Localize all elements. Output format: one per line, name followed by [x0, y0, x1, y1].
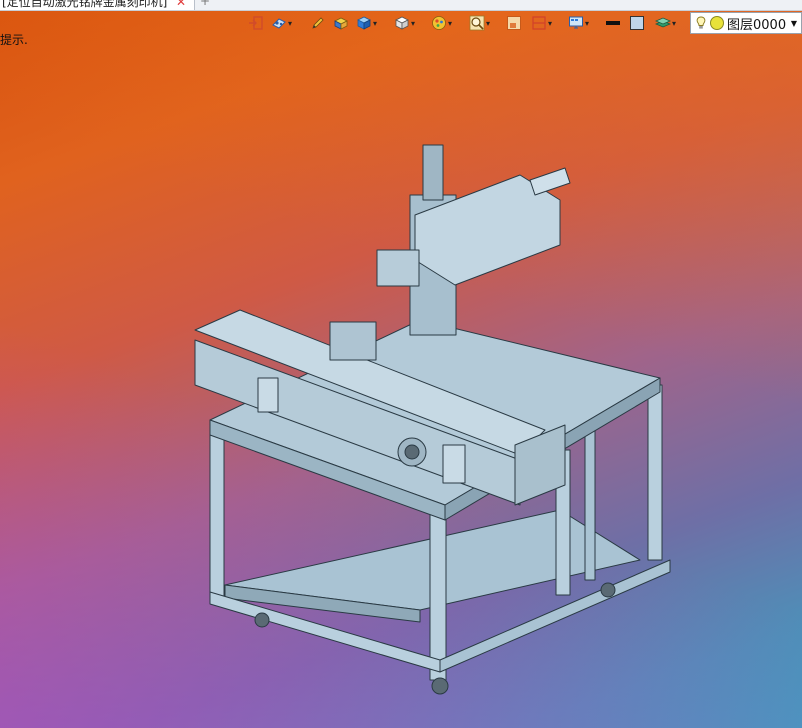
wheel: [600, 582, 616, 598]
iso-view-button[interactable]: [333, 14, 349, 32]
chevron-down-icon[interactable]: ▼: [791, 19, 797, 28]
leg-right-back: [647, 384, 663, 561]
render-style-button[interactable]: ▾: [431, 14, 452, 32]
chevron-down-icon: ▾: [288, 18, 293, 28]
laser-tube: [529, 167, 571, 196]
document-tab[interactable]: [定位自动激光铭牌金属刻印机] ✕: [0, 0, 195, 10]
zoom-icon: [469, 15, 485, 31]
view-mode-icon: [272, 18, 286, 29]
view-cube-icon: [357, 16, 371, 30]
view-mode-button[interactable]: ▾: [271, 14, 292, 32]
close-icon[interactable]: ✕: [176, 0, 186, 9]
zoom-button[interactable]: ▾: [469, 14, 490, 32]
clip-plane-button[interactable]: ▾: [531, 14, 552, 32]
sketch-button[interactable]: [310, 14, 326, 32]
exit-icon: [249, 16, 263, 30]
leg-back-mid: [584, 419, 596, 581]
chevron-down-icon: ▾: [448, 18, 453, 28]
section-button[interactable]: [506, 14, 522, 32]
bulb-icon[interactable]: [695, 16, 707, 30]
leg-front-left: [209, 424, 225, 601]
leg-front-mid: [429, 504, 447, 681]
display-button[interactable]: ▾: [568, 14, 589, 32]
layer-selector[interactable]: 图层0000 ▼: [690, 12, 802, 34]
z-axis-motor: [422, 144, 444, 201]
chevron-down-icon: ▾: [373, 18, 378, 28]
fill-color-icon: [630, 16, 644, 30]
wheel: [431, 677, 449, 695]
monitor-icon: [569, 16, 583, 29]
pencil-icon: [312, 17, 324, 29]
layers-button[interactable]: ▾: [655, 14, 676, 32]
chevron-down-icon: ▾: [486, 18, 491, 28]
chevron-down-icon: ▾: [411, 18, 416, 28]
document-tab-strip: [定位自动激光铭牌金属刻印机] ✕ +: [0, 0, 802, 11]
conveyor-bracket: [257, 377, 279, 413]
layer-name: 图层0000: [727, 17, 787, 33]
render-style-icon: [432, 16, 446, 30]
sun-icon[interactable]: [710, 16, 724, 30]
chevron-down-icon: ▾: [672, 18, 677, 28]
chevron-down-icon: ▾: [585, 18, 590, 28]
hint-text: 提示.: [0, 33, 28, 47]
fill-color-button[interactable]: [629, 14, 645, 32]
document-tab-title: [定位自动激光铭牌金属刻印机]: [2, 0, 168, 9]
chevron-down-icon: ▾: [548, 18, 553, 28]
laser-lens-box: [376, 249, 420, 287]
white-cube-icon: [395, 16, 409, 30]
exit-button[interactable]: [248, 14, 264, 32]
layers-icon: [655, 17, 671, 28]
view-toolbar: ▾ ▾ ▾ ▾ ▾ ▾ ▾ ▾: [244, 12, 690, 34]
line-color-icon: [606, 21, 620, 25]
standard-views-button[interactable]: ▾: [394, 14, 415, 32]
wheel: [254, 612, 270, 628]
section-icon: [507, 16, 521, 30]
new-tab-button[interactable]: +: [200, 0, 210, 8]
clip-plane-icon: [532, 16, 546, 30]
view-cube-button[interactable]: ▾: [356, 14, 377, 32]
iso-box-yellow-icon: [334, 17, 348, 30]
conveyor-bracket: [442, 444, 466, 484]
line-color-button[interactable]: [605, 14, 621, 32]
carriage: [329, 321, 377, 361]
laser-engraver-model[interactable]: [0, 0, 802, 728]
